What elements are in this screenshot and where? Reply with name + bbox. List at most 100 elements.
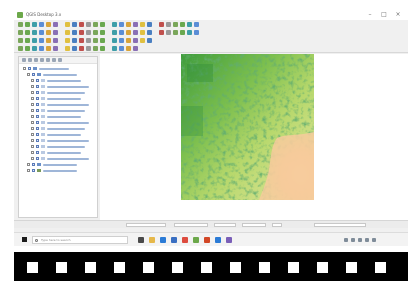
- new-bookmark-icon[interactable]: [126, 37, 131, 43]
- diagram-icon[interactable]: [194, 29, 199, 35]
- qgis-icon[interactable]: [193, 237, 199, 243]
- expand-toggle-icon[interactable]: [31, 121, 34, 124]
- python-console-icon[interactable]: [25, 37, 30, 43]
- layer-tree-item[interactable]: [19, 115, 97, 119]
- layer-visibility-checkbox[interactable]: [36, 79, 39, 82]
- battery-icon[interactable]: [358, 238, 362, 242]
- volume-icon[interactable]: [351, 238, 355, 242]
- expand-toggle-icon[interactable]: [27, 73, 30, 76]
- mail-icon[interactable]: [215, 237, 221, 243]
- plugins-icon[interactable]: [194, 21, 199, 27]
- magnifier-field[interactable]: [214, 223, 236, 227]
- layer-visibility-checkbox[interactable]: [36, 127, 39, 130]
- digitize-icon[interactable]: [100, 29, 105, 35]
- select-icon[interactable]: [133, 21, 138, 27]
- deselect-icon[interactable]: [140, 21, 145, 27]
- edit-toggle-icon[interactable]: [112, 29, 117, 35]
- identify-icon[interactable]: [126, 21, 131, 27]
- tips-icon[interactable]: [187, 21, 192, 27]
- expand-toggle-icon[interactable]: [31, 115, 34, 118]
- layer-tree-item[interactable]: [19, 109, 97, 113]
- gps-icon[interactable]: [32, 37, 37, 43]
- layer-visibility-checkbox[interactable]: [36, 85, 39, 88]
- expand-all-icon[interactable]: [46, 58, 50, 62]
- avoid-overlap-icon[interactable]: [39, 45, 44, 51]
- filter-legend-icon[interactable]: [40, 58, 44, 62]
- expand-toggle-icon[interactable]: [31, 127, 34, 130]
- layer-visibility-checkbox[interactable]: [36, 121, 39, 124]
- text-annotation-icon[interactable]: [72, 37, 77, 43]
- zoom-full-icon[interactable]: [93, 21, 98, 27]
- add-wfs-icon[interactable]: [79, 29, 84, 35]
- add-raster-icon[interactable]: [25, 29, 30, 35]
- add-geopackage-icon[interactable]: [46, 29, 51, 35]
- expand-toggle-icon[interactable]: [31, 145, 34, 148]
- measure-angle-icon[interactable]: [100, 37, 105, 43]
- add-group-icon[interactable]: [28, 58, 32, 62]
- copy-icon[interactable]: [147, 29, 152, 35]
- taskbar-search-box[interactable]: Type here to search: [32, 236, 128, 244]
- file-explorer-icon[interactable]: [149, 237, 155, 243]
- undo-icon[interactable]: [166, 29, 171, 35]
- digitize-settings-icon[interactable]: [32, 45, 37, 51]
- close-button[interactable]: ×: [392, 11, 404, 19]
- pan-icon[interactable]: [65, 21, 70, 27]
- label-icon[interactable]: [180, 29, 185, 35]
- expand-toggle-icon[interactable]: [31, 157, 34, 160]
- expand-toggle-icon[interactable]: [31, 85, 34, 88]
- layer-visibility-checkbox[interactable]: [36, 115, 39, 118]
- layer-visibility-checkbox[interactable]: [36, 103, 39, 106]
- bookmark-icon[interactable]: [180, 21, 185, 27]
- layer-tree-item[interactable]: [19, 121, 97, 125]
- annotation-icon[interactable]: [65, 37, 70, 43]
- add-wms-icon[interactable]: [72, 29, 77, 35]
- layer-tree-item[interactable]: [19, 79, 97, 83]
- scale-field[interactable]: [174, 223, 208, 227]
- refresh-icon[interactable]: [119, 21, 124, 27]
- new-project-icon[interactable]: [18, 21, 23, 27]
- layer-tree-item[interactable]: [19, 163, 97, 167]
- label-pin-icon[interactable]: [187, 29, 192, 35]
- expand-toggle-icon[interactable]: [31, 139, 34, 142]
- layer-tree-item[interactable]: [19, 85, 97, 89]
- redo-icon[interactable]: [173, 29, 178, 35]
- expand-toggle-icon[interactable]: [31, 91, 34, 94]
- expand-toggle-icon[interactable]: [27, 163, 30, 166]
- offset-curve-icon[interactable]: [79, 45, 84, 51]
- show-bookmarks-icon[interactable]: [133, 37, 138, 43]
- expand-toggle-icon[interactable]: [31, 109, 34, 112]
- field-calculator-icon[interactable]: [166, 21, 171, 27]
- layer-tree-item[interactable]: [19, 157, 97, 161]
- layer-tree-item[interactable]: [19, 103, 97, 107]
- render-toggle[interactable]: [272, 223, 282, 227]
- layer-visibility-checkbox[interactable]: [28, 67, 31, 70]
- language-icon[interactable]: [365, 238, 369, 242]
- expand-toggle-icon[interactable]: [31, 151, 34, 154]
- shape-circle-icon[interactable]: [53, 45, 58, 51]
- zoom-layer-icon[interactable]: [100, 21, 105, 27]
- georeferencer-icon[interactable]: [39, 37, 44, 43]
- notification-icon[interactable]: [372, 238, 376, 242]
- layer-visibility-checkbox[interactable]: [36, 109, 39, 112]
- add-mesh-icon[interactable]: [32, 29, 37, 35]
- save-project-icon[interactable]: [32, 21, 37, 27]
- style-manager-icon[interactable]: [53, 37, 58, 43]
- delete-ring-icon[interactable]: [133, 45, 138, 51]
- start-button[interactable]: [22, 237, 27, 242]
- add-feature-icon[interactable]: [119, 29, 124, 35]
- fill-ring-icon[interactable]: [126, 45, 131, 51]
- print-layout-icon[interactable]: [46, 21, 51, 27]
- open-project-icon[interactable]: [25, 21, 30, 27]
- tracing-icon[interactable]: [25, 45, 30, 51]
- layer-visibility-checkbox[interactable]: [32, 163, 35, 166]
- expand-toggle-icon[interactable]: [31, 103, 34, 106]
- layer-visibility-checkbox[interactable]: [32, 73, 35, 76]
- chrome-icon[interactable]: [182, 237, 188, 243]
- add-spatialite-icon[interactable]: [53, 29, 58, 35]
- map-canvas[interactable]: [100, 54, 408, 220]
- layer-tree-item[interactable]: [19, 133, 97, 137]
- split-icon[interactable]: [93, 45, 98, 51]
- layer-visibility-checkbox[interactable]: [36, 151, 39, 154]
- snapping-icon[interactable]: [18, 45, 23, 51]
- topology-icon[interactable]: [46, 45, 51, 51]
